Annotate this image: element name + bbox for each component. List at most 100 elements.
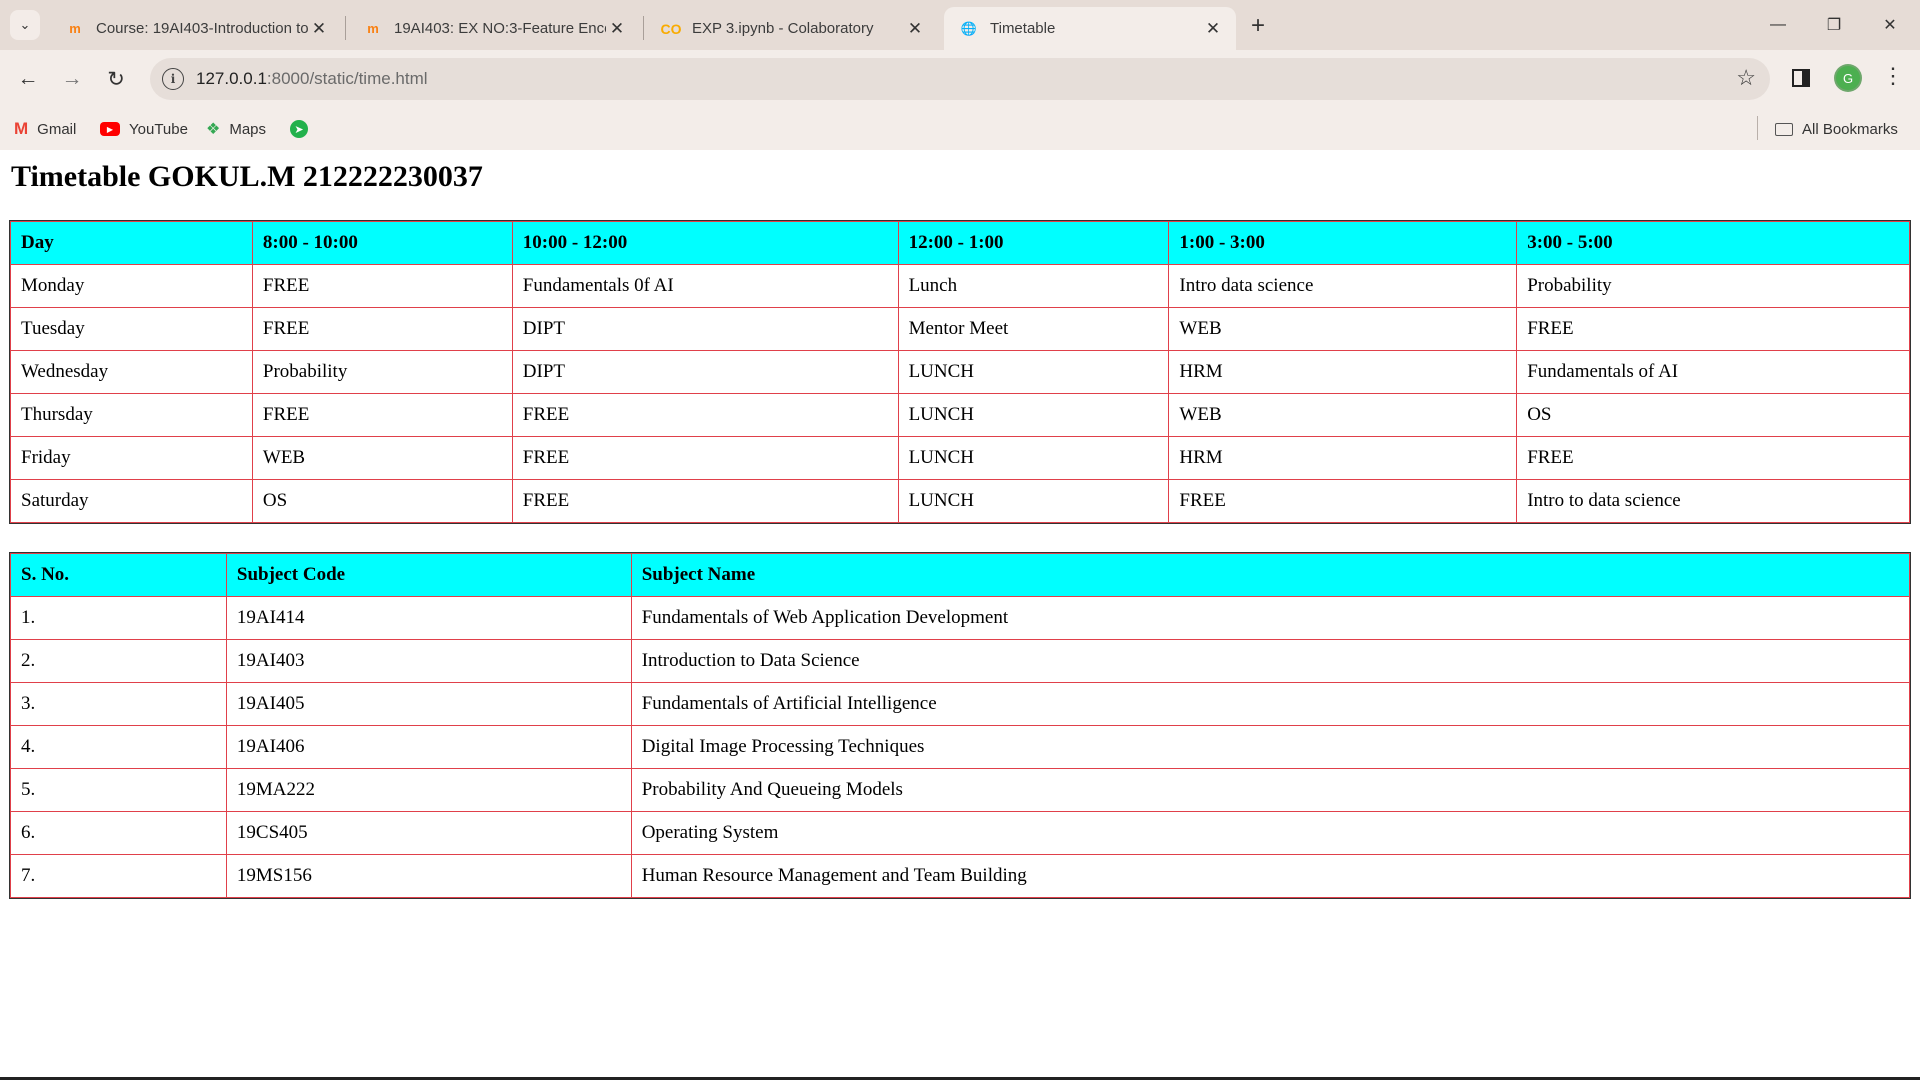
table-cell: 19AI405 xyxy=(225,682,632,726)
table-cell: Introduction to Data Science xyxy=(630,639,1911,683)
bookmark-label: YouTube xyxy=(129,120,188,138)
table-cell: Fundamentals 0f AI xyxy=(511,264,899,308)
table-header-row: Day 8:00 - 10:00 10:00 - 12:00 12:00 - 1… xyxy=(10,221,1910,265)
bookmarks-bar: M Gmail ▶ YouTube ❖ Maps ➤ All Bookmarks xyxy=(0,108,1920,150)
table-cell: LUNCH xyxy=(897,436,1170,480)
table-cell: Digital Image Processing Techniques xyxy=(630,725,1911,769)
minimize-button[interactable]: — xyxy=(1750,0,1806,50)
info-icon[interactable]: i xyxy=(162,68,184,90)
timetable: Day 8:00 - 10:00 10:00 - 12:00 12:00 - 1… xyxy=(9,220,1911,524)
table-row: Tuesday FREE DIPT Mentor Meet WEB FREE xyxy=(10,307,1910,351)
tab-colab[interactable]: CO EXP 3.ipynb - Colaboratory ✕ xyxy=(646,7,938,50)
close-icon[interactable]: ✕ xyxy=(308,18,330,40)
table-cell: DIPT xyxy=(511,307,899,351)
table-cell: FREE xyxy=(251,307,513,351)
bolt-icon: ➤ xyxy=(290,120,308,138)
bookmark-extension[interactable]: ➤ xyxy=(290,116,317,142)
moodle-icon: m xyxy=(367,21,379,36)
restore-icon: ❐ xyxy=(1826,17,1842,34)
header-cell: 8:00 - 10:00 xyxy=(251,221,513,265)
table-row: 2. 19AI403 Introduction to Data Science xyxy=(10,639,1911,683)
browser-toolbar: ← → ↻ i 127.0.0.1:8000/static/time.html … xyxy=(0,50,1920,108)
tab-divider xyxy=(345,16,346,40)
table-cell: FREE xyxy=(511,393,899,437)
table-row: 7. 19MS156 Human Resource Management and… xyxy=(10,854,1911,898)
restore-button[interactable]: ❐ xyxy=(1806,0,1862,50)
table-cell: Intro to data science xyxy=(1516,479,1910,523)
close-icon[interactable]: ✕ xyxy=(606,18,628,40)
table-cell: 3. xyxy=(10,682,227,726)
bookmark-gmail[interactable]: M Gmail xyxy=(14,116,76,142)
table-row: 3. 19AI405 Fundamentals of Artificial In… xyxy=(10,682,1911,726)
table-cell: OS xyxy=(1516,393,1910,437)
avatar[interactable]: G xyxy=(1836,66,1860,90)
close-icon[interactable]: ✕ xyxy=(904,18,926,40)
table-cell: WEB xyxy=(251,436,513,480)
tab-exercise[interactable]: m 19AI403: EX NO:3-Feature Enco ✕ xyxy=(348,7,640,50)
gmail-icon: M xyxy=(14,119,29,138)
tab-divider xyxy=(643,16,644,40)
header-cell: S. No. xyxy=(10,553,227,597)
table-row: 4. 19AI406 Digital Image Processing Tech… xyxy=(10,725,1911,769)
maps-icon: ❖ xyxy=(206,121,221,138)
table-cell: Operating System xyxy=(630,811,1911,855)
close-icon: ✕ xyxy=(1883,17,1897,34)
table-cell: Wednesday xyxy=(10,350,253,394)
new-tab-button[interactable]: + xyxy=(1244,12,1272,40)
table-row: Saturday OS FREE LUNCH FREE Intro to dat… xyxy=(10,479,1910,523)
table-header-row: S. No. Subject Code Subject Name xyxy=(10,553,1911,597)
back-button[interactable]: ← xyxy=(12,63,44,95)
address-bar[interactable]: i 127.0.0.1:8000/static/time.html ☆ xyxy=(150,58,1770,100)
tab-title: Timetable xyxy=(990,20,1056,37)
table-cell: HRM xyxy=(1168,350,1518,394)
table-cell: 19MA222 xyxy=(225,768,632,812)
subjects-table: S. No. Subject Code Subject Name 1. 19AI… xyxy=(9,552,1911,899)
star-icon[interactable]: ☆ xyxy=(1736,65,1756,91)
table-row: Friday WEB FREE LUNCH HRM FREE xyxy=(10,436,1910,480)
table-cell: FREE xyxy=(1516,436,1910,480)
table-row: Thursday FREE FREE LUNCH WEB OS xyxy=(10,393,1910,437)
table-cell: Probability xyxy=(251,350,513,394)
more-menu-icon[interactable]: ⋮ xyxy=(1882,63,1904,89)
header-cell: Subject Name xyxy=(630,553,1911,597)
side-panel-icon[interactable] xyxy=(1792,69,1810,87)
table-cell: Saturday xyxy=(10,479,253,523)
close-icon[interactable]: ✕ xyxy=(1202,18,1224,40)
bookmark-label: All Bookmarks xyxy=(1802,120,1898,138)
table-cell: Fundamentals of AI xyxy=(1516,350,1910,394)
table-cell: 2. xyxy=(10,639,227,683)
table-cell: FREE xyxy=(511,436,899,480)
header-cell: Day xyxy=(10,221,253,265)
table-cell: 4. xyxy=(10,725,227,769)
reload-button[interactable]: ↻ xyxy=(100,63,132,95)
forward-button[interactable]: → xyxy=(56,63,88,95)
tab-search-button[interactable]: ⌄ xyxy=(10,10,40,40)
table-cell: OS xyxy=(251,479,513,523)
table-cell: 1. xyxy=(10,596,227,640)
reload-icon: ↻ xyxy=(107,67,125,91)
all-bookmarks-button[interactable]: All Bookmarks xyxy=(1775,116,1898,142)
table-cell: Friday xyxy=(10,436,253,480)
tab-timetable[interactable]: 🌐 Timetable ✕ xyxy=(944,7,1236,50)
bookmarks-divider xyxy=(1757,116,1758,140)
table-cell: Tuesday xyxy=(10,307,253,351)
close-window-button[interactable]: ✕ xyxy=(1862,0,1918,50)
tab-course[interactable]: m Course: 19AI403-Introduction to ✕ xyxy=(50,7,342,50)
table-cell: WEB xyxy=(1168,393,1518,437)
table-cell: Mentor Meet xyxy=(897,307,1170,351)
table-row: 5. 19MA222 Probability And Queueing Mode… xyxy=(10,768,1911,812)
url-text[interactable]: 127.0.0.1:8000/static/time.html xyxy=(196,69,428,89)
table-cell: Lunch xyxy=(897,264,1170,308)
bookmark-maps[interactable]: ❖ Maps xyxy=(206,116,266,142)
bookmark-youtube[interactable]: ▶ YouTube xyxy=(100,116,188,142)
tab-title: EXP 3.ipynb - Colaboratory xyxy=(692,20,874,37)
table-cell: Intro data science xyxy=(1168,264,1518,308)
table-cell: 19AI406 xyxy=(225,725,632,769)
page-title: Timetable GOKUL.M 212222230037 xyxy=(11,160,483,193)
table-cell: LUNCH xyxy=(897,393,1170,437)
table-cell: FREE xyxy=(1516,307,1910,351)
table-cell: Fundamentals of Web Application Developm… xyxy=(630,596,1911,640)
table-cell: DIPT xyxy=(511,350,899,394)
tab-title: 19AI403: EX NO:3-Feature Enco xyxy=(394,20,606,37)
table-cell: 19AI414 xyxy=(225,596,632,640)
